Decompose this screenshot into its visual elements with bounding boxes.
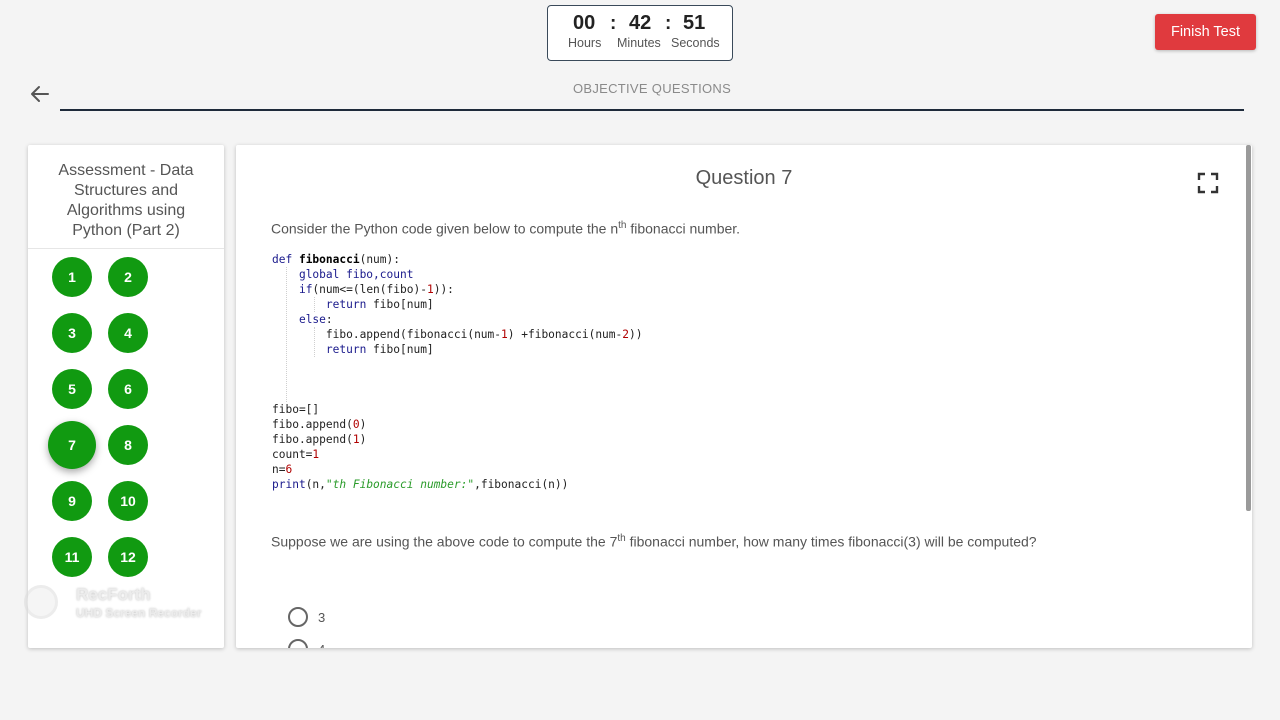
code-line: fibo.append(fibonacci(num-1) +fibonacci(… [325,328,643,341]
question-nav-button-active[interactable]: 7 [48,421,96,469]
question-nav-button[interactable]: 1 [52,257,92,297]
question-nav-button[interactable]: 3 [52,313,92,353]
watermark-name: RecForth [76,585,151,604]
code-line: return fibo[num] [325,298,434,311]
answer-option-label: 3 [318,609,326,625]
code-line: count=1 [272,448,320,461]
timer-seconds: 51 [683,12,706,34]
timer-separator: : [610,13,617,34]
timer-hours-label: Hours [568,36,602,50]
question-nav-button[interactable]: 2 [108,257,148,297]
timer-minutes-label: Minutes [617,36,661,50]
recorder-watermark: RecForth UHD Screen Recorder [22,583,222,623]
indent-guide [314,297,315,312]
timer-separator: : [665,13,672,34]
code-line: return fibo[num] [325,343,434,356]
question-nav-button[interactable]: 5 [52,369,92,409]
code-block: def fibonacci(num): global fibo,count if… [272,252,872,497]
code-line: fibo.append(0) [272,418,367,431]
question-nav-button[interactable]: 11 [52,537,92,577]
question-nav-button[interactable]: 10 [108,481,148,521]
radio-button[interactable] [288,607,308,627]
answer-option[interactable]: 3 [288,607,325,627]
code-line: else: [298,313,333,326]
code-line: fibo=[] [272,403,320,416]
recorder-logo-icon [24,585,58,619]
code-line: if(num<=(len(fibo)-1)): [298,283,454,296]
timer-hours: 00 [573,12,596,34]
question-nav-button[interactable]: 9 [52,481,92,521]
indent-guide [286,267,287,402]
code-line: def fibonacci(num): [272,253,400,266]
answer-option-label: 4 [318,642,325,649]
finish-test-button[interactable]: Finish Test [1155,14,1256,50]
fullscreen-icon[interactable] [1197,172,1219,194]
scrollbar-thumb[interactable] [1246,145,1251,511]
watermark-subtitle: UHD Screen Recorder [76,606,202,620]
code-line: fibo.append(1) [272,433,367,446]
section-title: OBJECTIVE QUESTIONS [572,81,732,96]
question-nav-button[interactable]: 6 [108,369,148,409]
assessment-title: Assessment - Data Structures and Algorit… [58,162,194,239]
code-line: global fibo,count [298,268,414,281]
answer-option[interactable]: 4 [288,639,325,648]
divider [28,248,224,249]
question-panel: Question 7 Consider the Python code give… [236,145,1252,648]
question-prompt: Suppose we are using the above code to c… [271,533,1037,550]
timer-seconds-label: Seconds [671,36,720,50]
countdown-timer: 00 : 42 : 51 Hours Minutes Seconds [547,5,733,61]
title-underline [60,109,1244,111]
question-nav-button[interactable]: 4 [108,313,148,353]
top-bar: 00 : 42 : 51 Hours Minutes Seconds Finis… [0,0,1280,64]
indent-guide [314,327,315,357]
code-line: print(n,"th Fibonacci number:",fibonacci… [272,478,569,491]
question-navigator: Assessment - Data Structures and Algorit… [28,145,224,648]
timer-minutes: 42 [629,12,652,34]
radio-button[interactable] [288,639,308,648]
question-intro: Consider the Python code given below to … [271,220,741,237]
question-nav-button[interactable]: 8 [108,425,148,465]
code-line: n=6 [272,463,293,476]
question-title: Question 7 [695,167,793,189]
question-nav-button[interactable]: 12 [108,537,148,577]
